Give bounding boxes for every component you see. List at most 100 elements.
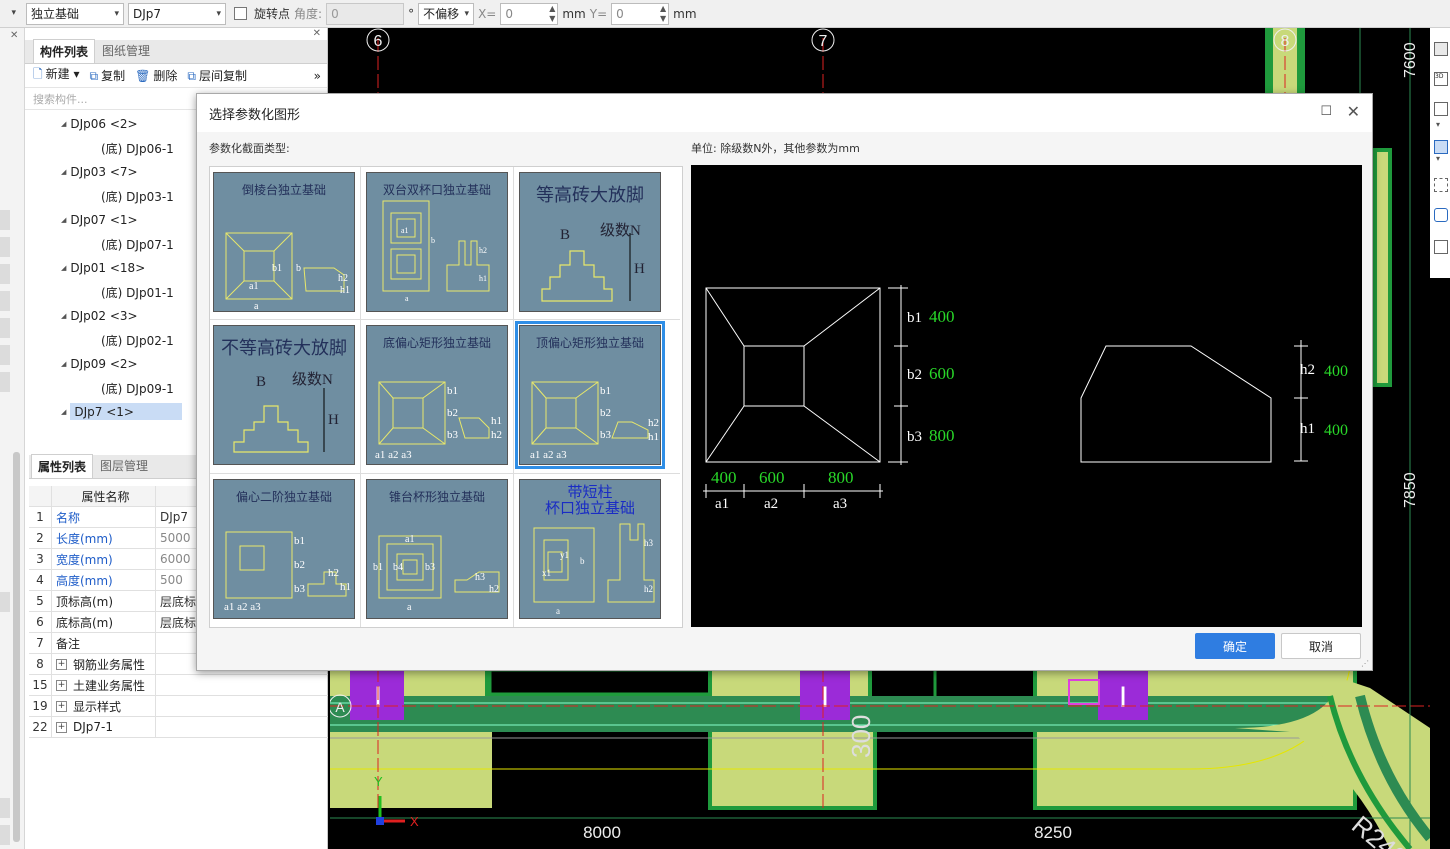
delete-button[interactable]: 🗑 删除 (135, 67, 177, 84)
shape-title: 不等高砖大放脚 (221, 338, 347, 359)
view-icon[interactable] (1434, 42, 1448, 56)
expand-plus-icon[interactable]: + (56, 679, 67, 691)
a1-label: a1 (715, 496, 729, 512)
dim-300: 300 (846, 715, 876, 758)
svg-text:H: H (328, 412, 339, 428)
spin-icon[interactable]: ▲ ▼ (660, 4, 666, 24)
svg-text:b3: b3 (447, 429, 459, 441)
y-input[interactable]: 0 ▲ ▼ (611, 2, 670, 25)
shape-thumb[interactable]: a1 b1 b4 b3 a h3 h2 锥台杯形独立基础 (366, 479, 508, 619)
type-select[interactable]: 独立基础 ▾ (26, 2, 124, 25)
tab-component-list[interactable]: 构件列表 (33, 39, 96, 63)
dock-item[interactable] (0, 291, 10, 311)
property-name: + 显示样式 (51, 696, 155, 716)
svg-text:h1: h1 (491, 415, 502, 427)
svg-text:h3: h3 (644, 538, 654, 548)
expand-caret-icon[interactable]: ◢ (61, 264, 66, 272)
dock-item[interactable] (0, 592, 10, 612)
box-icon[interactable] (1434, 102, 1448, 116)
3d-icon[interactable]: 3D (1434, 72, 1448, 86)
a3-value: 800 (828, 468, 854, 487)
shape-thumb[interactable]: b1 b2 b3 h2 h1 a1 a2 a3 顶偏心矩形独立基础 (515, 321, 665, 469)
property-row[interactable]: 19 + 显示样式 (29, 696, 328, 717)
tab-drawing-manage[interactable]: 图纸管理 (95, 38, 157, 63)
dock-item[interactable] (0, 825, 10, 845)
property-value[interactable] (155, 717, 328, 737)
shape-thumb[interactable]: a1 a b h2 h1 双台双杯口独立基础 (366, 172, 508, 312)
property-row[interactable]: 22 + DJp7-1 (29, 717, 328, 738)
expand-caret-icon[interactable]: ◢ (61, 120, 66, 128)
close-icon[interactable]: ✕ (10, 30, 18, 41)
slab-block (933, 666, 1037, 700)
shape-title: 带短柱 杯口独立基础 (520, 484, 660, 516)
ok-button[interactable]: 确定 (1195, 633, 1275, 659)
more-icon[interactable]: » (314, 69, 321, 83)
shape-thumb[interactable]: B 级数N H 不等高砖大放脚 (213, 325, 355, 465)
delete-label: 删除 (153, 69, 178, 83)
collapse-dropdown[interactable]: ▾ (0, 3, 22, 25)
new-button[interactable]: 🗋 新建 ▾ (33, 65, 80, 86)
name-select[interactable]: DJp7 ▾ (128, 2, 226, 25)
list-icon[interactable] (1434, 240, 1448, 254)
floor-copy-button[interactable]: ⧉ 层间复制 (187, 67, 247, 84)
shape-thumb[interactable]: b1 b2 b3 h1 h2 a1 a2 a3 底偏心矩形独立基础 (366, 325, 508, 465)
dock-item[interactable] (0, 264, 10, 284)
slab-block (488, 668, 712, 696)
column-mark: I (1119, 681, 1127, 714)
expand-plus-icon[interactable]: + (56, 721, 67, 733)
dock-item[interactable] (0, 345, 10, 365)
property-value[interactable] (155, 675, 328, 695)
x-axis-label: X (410, 814, 419, 829)
shape-thumb[interactable]: B 级数N H 等高砖大放脚 (519, 172, 661, 312)
chevron-down-icon[interactable]: ▾ (1436, 154, 1440, 163)
dock-item[interactable] (0, 372, 10, 392)
expand-caret-icon[interactable]: ◢ (61, 312, 66, 320)
grid-divider (360, 167, 361, 627)
expand-caret-icon[interactable]: ◢ (61, 408, 66, 416)
spin-icon[interactable]: ▲ ▼ (549, 4, 555, 24)
offset-select[interactable]: 不偏移 ▾ (418, 2, 475, 25)
rotate-checkbox[interactable] (234, 7, 247, 20)
grid-divider (210, 319, 680, 320)
cube-icon[interactable] (1434, 208, 1448, 222)
svg-text:b1: b1 (294, 535, 305, 547)
svg-text:h2: h2 (648, 417, 659, 429)
shape-thumb[interactable]: a1 a b1 b h2 h1 倒棱台独立基础 (213, 172, 355, 312)
scrollbar[interactable] (13, 452, 20, 842)
tab-layer-manage[interactable]: 图层管理 (93, 453, 155, 478)
expand-caret-icon[interactable]: ◢ (61, 216, 66, 224)
dock-item[interactable] (0, 318, 10, 338)
select-icon[interactable] (1434, 178, 1448, 192)
tree-item-label: DJp06 <2> (70, 117, 138, 131)
angle-input[interactable]: 0 (326, 2, 405, 25)
close-icon[interactable]: ✕ (1347, 102, 1360, 121)
expand-plus-icon[interactable]: + (56, 658, 67, 670)
expand-caret-icon[interactable]: ◢ (61, 168, 66, 176)
shape-thumb[interactable]: x1 y1 b a h3 h2 带短柱 杯口独立基础 (519, 479, 661, 619)
svg-text:b1: b1 (600, 385, 611, 397)
y-label: Y= (589, 6, 608, 21)
dock-item[interactable] (0, 237, 10, 257)
shape-thumb[interactable]: b1 b2 b3 h2 h1 a1 a2 a3 偏心二阶独立基础 (213, 479, 355, 619)
expand-plus-icon[interactable]: + (56, 700, 67, 712)
dock-item[interactable] (0, 210, 10, 230)
property-toolbar: ▾ 独立基础 ▾ DJp7 ▾ 旋转点 角度: 0 ° 不偏移 ▾ X= 0 ▲ ▼ mm… (0, 0, 1450, 28)
svg-text:h2: h2 (328, 567, 339, 579)
tree-item-label: DJp01 <18> (70, 261, 146, 275)
close-icon[interactable]: ✕ (313, 28, 321, 39)
cancel-button[interactable]: 取消 (1281, 633, 1361, 659)
property-value[interactable] (155, 696, 328, 716)
chevron-down-icon[interactable]: ▾ (1436, 120, 1440, 129)
face-icon[interactable] (1434, 140, 1448, 154)
x-input[interactable]: 0 ▲ ▼ (500, 2, 559, 25)
tab-property-list[interactable]: 属性列表 (31, 454, 94, 478)
expand-caret-icon[interactable]: ◢ (61, 360, 66, 368)
property-row[interactable]: 15 + 土建业务属性 (29, 675, 328, 696)
svg-text:b: b (431, 236, 435, 245)
resize-grip-icon[interactable]: ⋰ (1361, 659, 1369, 668)
copy-button[interactable]: ⧉ 复制 (90, 67, 126, 84)
dock-item[interactable] (0, 798, 10, 818)
maximize-icon[interactable]: ☐ (1320, 104, 1332, 119)
shape-title: 顶偏心矩形独立基础 (535, 336, 644, 350)
tree-item-label: (底) DJp06-1 (101, 141, 174, 156)
